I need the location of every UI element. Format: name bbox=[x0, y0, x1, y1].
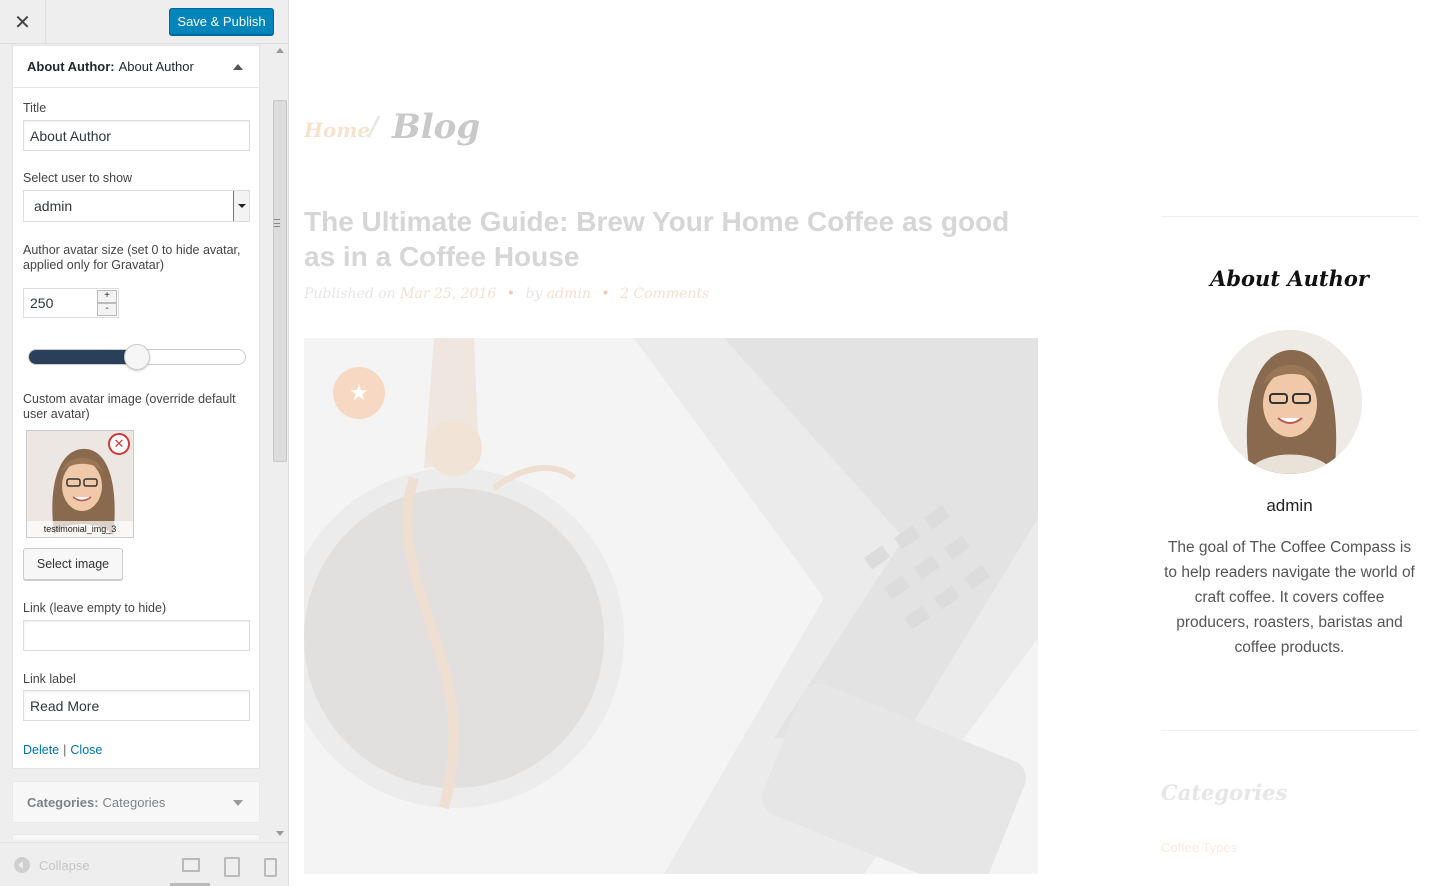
select-user-label: Select user to show bbox=[23, 171, 133, 185]
breadcrumb-current: Blog bbox=[392, 107, 481, 147]
collapse-icon bbox=[14, 857, 30, 873]
about-author-title: About Author bbox=[1210, 266, 1369, 291]
expand-arrow-icon[interactable] bbox=[233, 800, 243, 806]
slider-handle[interactable] bbox=[124, 344, 150, 370]
meta-published: Published on bbox=[304, 286, 396, 302]
select-image-button[interactable]: Select image bbox=[23, 548, 123, 580]
collapse-arrow-icon[interactable] bbox=[233, 64, 243, 70]
collapse-label: Collapse bbox=[39, 857, 90, 873]
close-link[interactable]: Close bbox=[70, 743, 102, 757]
delete-link[interactable]: Delete bbox=[23, 743, 59, 757]
user-select-value: admin bbox=[34, 198, 73, 214]
widget-panel: About Author: About Author Title About A… bbox=[0, 44, 288, 840]
star-icon: ★ bbox=[349, 380, 369, 405]
author-portrait bbox=[1218, 330, 1362, 474]
author-name[interactable]: admin bbox=[1161, 496, 1418, 516]
link-label-label: Link label bbox=[23, 672, 76, 686]
categories-widget-title: Categories: bbox=[27, 794, 99, 810]
sidebar-scrollbar[interactable] bbox=[271, 44, 288, 840]
stepper-minus-button[interactable]: - bbox=[97, 303, 117, 316]
scrollbar-thumb[interactable] bbox=[273, 100, 287, 462]
categories-widget-sub: Categories bbox=[102, 794, 166, 810]
avatar-size-label: Author avatar size (set 0 to hide avatar… bbox=[23, 243, 241, 272]
breadcrumb-separator: / bbox=[369, 112, 379, 142]
scroll-grip-icon bbox=[274, 219, 280, 227]
mobile-icon[interactable] bbox=[262, 857, 280, 877]
customizer-header: ✕ Save & Publish bbox=[0, 0, 288, 44]
image-caption: testimonial_img_3 bbox=[27, 521, 133, 537]
meta-author[interactable]: admin bbox=[547, 286, 591, 302]
customizer-sidebar: ✕ Save & Publish About Author: About Aut… bbox=[0, 0, 289, 886]
save-publish-button[interactable]: Save & Publish bbox=[169, 8, 274, 35]
slider-fill bbox=[29, 350, 138, 364]
featured-star-badge: ★ bbox=[333, 367, 385, 419]
categories-item[interactable]: Coffee Types bbox=[1161, 840, 1237, 855]
sidebar-divider bbox=[1161, 216, 1418, 217]
avatar-size-stepper[interactable]: + - bbox=[97, 290, 117, 316]
meta-comments[interactable]: 2 Comments bbox=[620, 286, 709, 302]
customizer-footer: Collapse bbox=[0, 842, 288, 886]
dropdown-arrow-icon[interactable] bbox=[233, 191, 249, 221]
avatar-size-input[interactable]: 250 + - bbox=[23, 288, 119, 318]
about-author-widget: About Author: About Author Title About A… bbox=[12, 45, 260, 769]
user-select[interactable]: admin bbox=[23, 190, 250, 222]
link-input[interactable] bbox=[23, 620, 250, 651]
meta-by: by bbox=[525, 286, 543, 302]
widget-title: About Author: bbox=[27, 59, 115, 74]
site-preview: Home / Blog The Ultimate Guide: Brew You… bbox=[289, 0, 1433, 886]
coffee-laptop-photo bbox=[304, 338, 1038, 874]
tablet-icon[interactable] bbox=[222, 857, 240, 877]
title-input[interactable]: About Author bbox=[23, 120, 250, 151]
meta-dot: • bbox=[506, 286, 516, 302]
widget-title-sub: About Author bbox=[118, 59, 194, 74]
desktop-icon[interactable] bbox=[181, 857, 200, 873]
next-widget[interactable] bbox=[12, 834, 260, 840]
custom-avatar-label: Custom avatar image (override default us… bbox=[23, 392, 236, 421]
remove-image-button[interactable]: ✕ bbox=[108, 433, 130, 455]
meta-date[interactable]: Mar 25, 2016 bbox=[400, 286, 496, 302]
meta-dot-2: • bbox=[601, 286, 610, 302]
author-avatar bbox=[1218, 330, 1362, 474]
categories-title: Categories bbox=[1161, 780, 1288, 805]
remove-icon: ✕ bbox=[113, 436, 125, 451]
collapse-button[interactable]: Collapse bbox=[14, 857, 90, 873]
widget-header[interactable]: About Author: About Author bbox=[13, 46, 259, 88]
close-customizer-button[interactable]: ✕ bbox=[0, 0, 46, 44]
avatar-size-value: 250 bbox=[30, 295, 54, 311]
sidebar-divider-2 bbox=[1161, 730, 1418, 731]
stepper-plus-button[interactable]: + bbox=[97, 290, 117, 303]
author-bio: The goal of The Coffee Compass is to hel… bbox=[1164, 539, 1415, 656]
breadcrumb-home[interactable]: Home bbox=[304, 118, 370, 142]
scroll-up-icon[interactable] bbox=[276, 48, 284, 53]
title-label: Title bbox=[23, 101, 47, 115]
widget-actions: Delete | Close bbox=[23, 743, 102, 757]
post-meta: Published on Mar 25, 2016 • by admin • 2… bbox=[304, 286, 709, 302]
link-label: Link (leave empty to hide) bbox=[23, 601, 167, 615]
action-separator: | bbox=[63, 743, 67, 757]
post-title[interactable]: The Ultimate Guide: Brew Your Home Coffe… bbox=[304, 204, 1044, 274]
link-label-input[interactable]: Read More bbox=[23, 690, 250, 721]
close-icon: ✕ bbox=[14, 11, 31, 34]
categories-widget[interactable]: Categories: Categories bbox=[12, 781, 260, 823]
scroll-down-icon[interactable] bbox=[276, 831, 284, 836]
featured-image[interactable] bbox=[304, 338, 1038, 874]
